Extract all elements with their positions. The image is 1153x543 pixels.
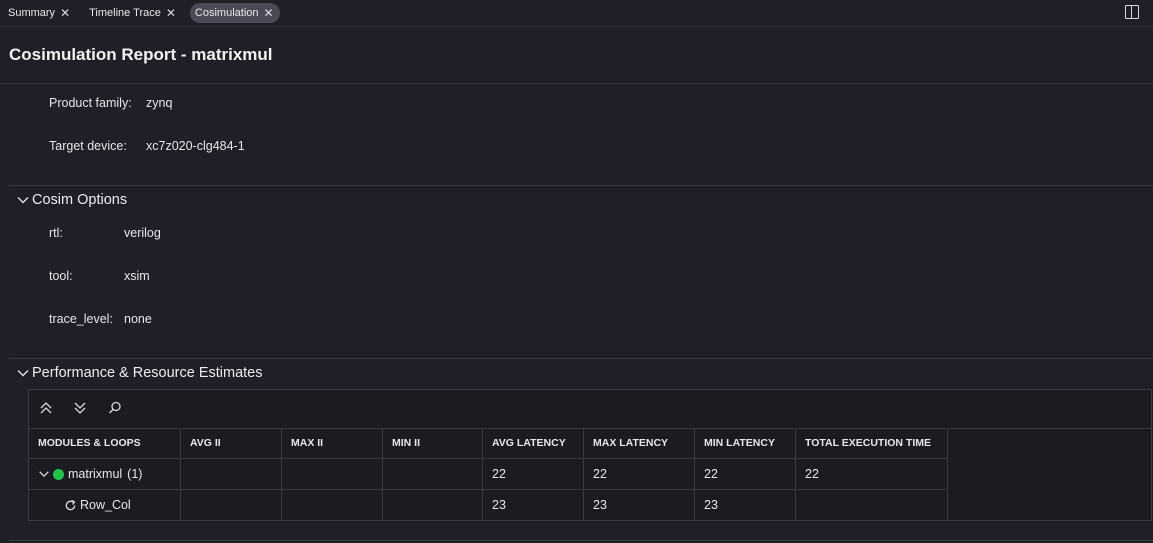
target-device-value: xc7z020-clg484-1 [146, 139, 245, 153]
section-title: Cosim Options [32, 192, 128, 208]
expand-all-icon[interactable] [73, 401, 87, 415]
column-header[interactable]: MIN LATENCY [694, 428, 796, 459]
avg-ii-cell [180, 489, 282, 521]
page-title: Cosimulation Report - matrixmul [0, 27, 1153, 84]
chevron-down-icon [17, 197, 29, 204]
table-toolbar [29, 390, 1151, 429]
total-exec-time-cell: 22 [795, 458, 948, 490]
loop-name: Row_Col [80, 498, 131, 512]
status-ok-icon [53, 468, 64, 480]
avg-ii-cell [180, 458, 282, 490]
table-row[interactable]: Row_Col 23 23 23 [29, 489, 948, 521]
product-family-value: zynq [146, 96, 173, 110]
column-header[interactable]: TOTAL EXECUTION TIME [795, 428, 948, 459]
chevron-down-icon[interactable] [38, 468, 50, 480]
column-header[interactable]: MAX LATENCY [583, 428, 695, 459]
tab-label: Timeline Trace [89, 7, 161, 19]
min-ii-cell [382, 489, 483, 521]
divider [9, 540, 1153, 541]
max-latency-cell: 23 [583, 489, 695, 521]
rtl-value: verilog [124, 226, 161, 240]
editor-tab-bar: Summary ✕ Timeline Trace ✕ Cosimulation … [0, 0, 1153, 27]
tab-summary[interactable]: Summary ✕ [3, 3, 76, 23]
tab-label: Summary [8, 7, 56, 19]
tab-timeline-trace[interactable]: Timeline Trace ✕ [84, 3, 182, 23]
trace-level-value: none [124, 312, 152, 326]
max-ii-cell [281, 458, 383, 490]
loop-icon [65, 499, 76, 510]
loop-cell: Row_Col [29, 489, 181, 521]
column-header[interactable]: MIN II [382, 428, 483, 459]
max-latency-cell: 22 [583, 458, 695, 490]
search-icon[interactable] [108, 401, 122, 415]
tool-value: xsim [124, 269, 150, 283]
min-ii-cell [382, 458, 483, 490]
avg-latency-cell: 22 [482, 458, 584, 490]
min-latency-cell: 22 [694, 458, 796, 490]
max-ii-cell [281, 489, 383, 521]
collapse-all-icon[interactable] [39, 401, 53, 415]
close-icon[interactable]: ✕ [264, 6, 274, 20]
column-header[interactable]: AVG LATENCY [482, 428, 584, 459]
close-icon[interactable]: ✕ [60, 6, 70, 20]
total-exec-time-cell [795, 489, 948, 521]
product-family-label: Product family: [49, 96, 132, 110]
target-device-label: Target device: [49, 139, 127, 153]
avg-latency-cell: 23 [482, 489, 584, 521]
trace-level-label: trace_level: [49, 312, 113, 326]
performance-table: MODULES & LOOPS AVG II MAX II MIN II AVG… [29, 428, 948, 521]
module-name: matrixmul [68, 467, 123, 481]
performance-header[interactable]: Performance & Resource Estimates [16, 365, 262, 381]
module-count: (1) [127, 467, 143, 481]
column-header[interactable]: MAX II [281, 428, 383, 459]
tool-label: tool: [49, 269, 73, 283]
close-icon[interactable]: ✕ [166, 6, 176, 20]
table-row[interactable]: matrixmul (1) 22 22 22 22 [29, 458, 948, 490]
divider [9, 358, 1153, 359]
divider [9, 185, 1153, 186]
min-latency-cell: 23 [694, 489, 796, 521]
section-title: Performance & Resource Estimates [32, 365, 263, 381]
rtl-label: rtl: [49, 226, 63, 240]
module-cell: matrixmul (1) [29, 458, 181, 490]
cosim-options-header[interactable]: Cosim Options [16, 192, 127, 208]
table-header-row: MODULES & LOOPS AVG II MAX II MIN II AVG… [29, 428, 948, 459]
split-editor-icon[interactable] [1125, 5, 1139, 19]
tab-label: Cosimulation [194, 7, 259, 19]
chevron-down-icon [17, 370, 29, 377]
column-header[interactable]: MODULES & LOOPS [29, 428, 181, 459]
tab-cosimulation[interactable]: Cosimulation ✕ [189, 3, 280, 23]
performance-table-panel: MODULES & LOOPS AVG II MAX II MIN II AVG… [28, 389, 1152, 521]
column-header[interactable]: AVG II [180, 428, 282, 459]
